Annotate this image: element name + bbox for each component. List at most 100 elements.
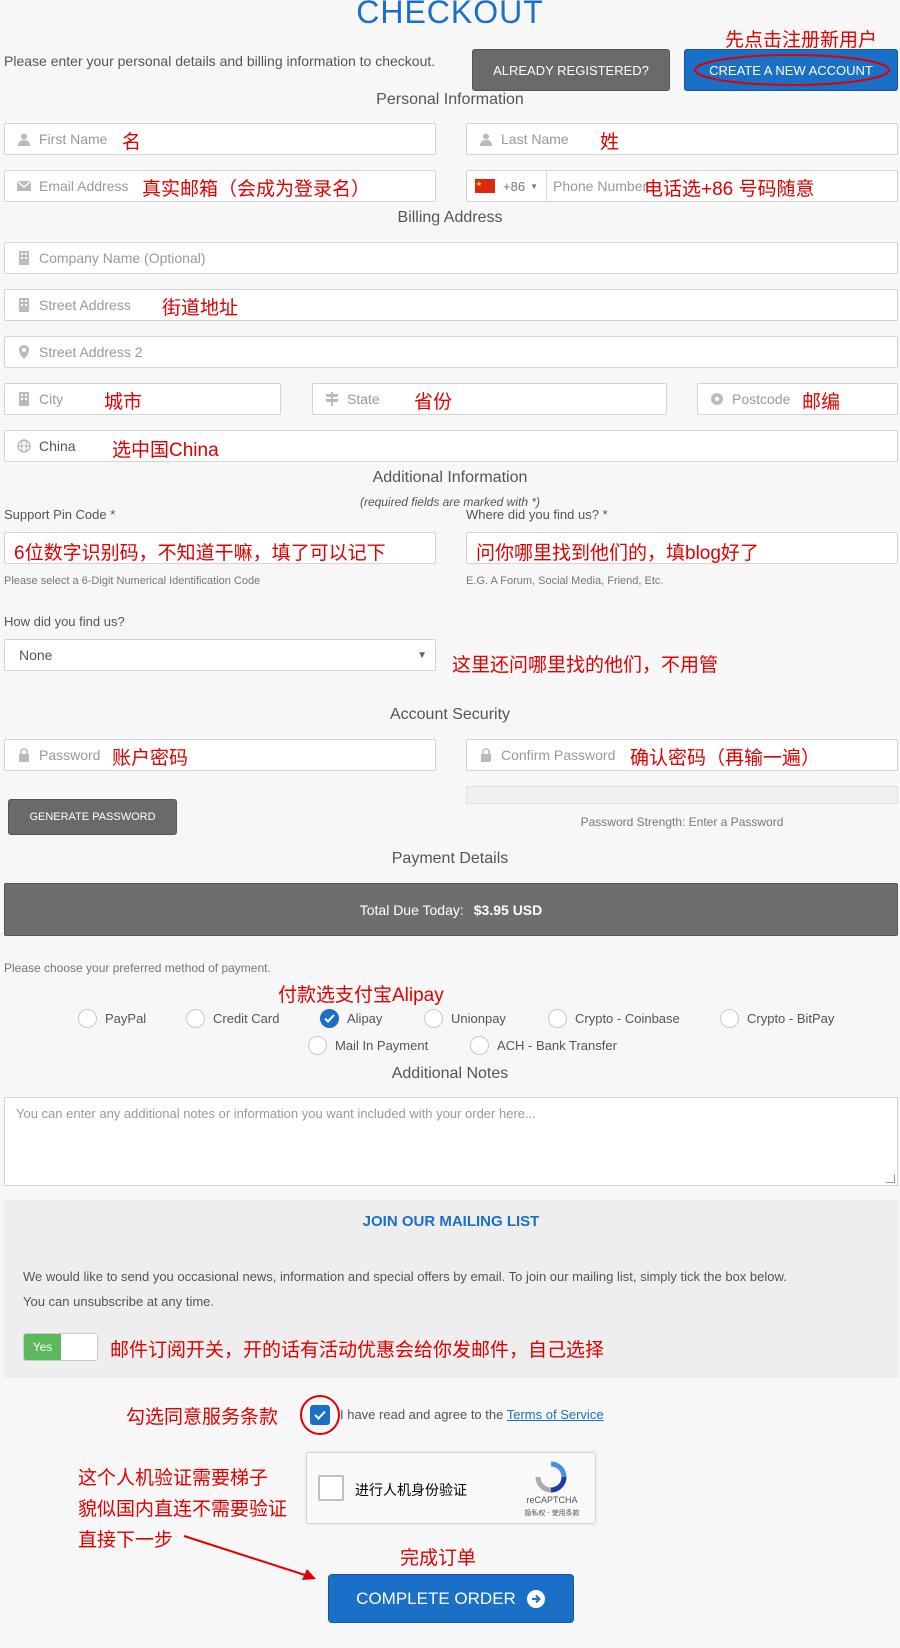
payment-option-label: Unionpay [451, 1011, 506, 1026]
pin-help: Please select a 6-Digit Numerical Identi… [4, 575, 261, 587]
radio-circle [470, 1036, 489, 1055]
required-note: (required fields are marked with *) [359, 495, 541, 509]
payment-option-label: Credit Card [213, 1011, 280, 1026]
state-field[interactable]: State [312, 383, 667, 415]
email-placeholder: Email Address [39, 178, 129, 194]
signpost-icon [326, 392, 338, 406]
radio-circle [424, 1009, 443, 1028]
generate-password-button[interactable]: GENERATE PASSWORD [8, 799, 177, 835]
building-icon [19, 251, 29, 265]
city-placeholder: City [39, 391, 64, 407]
company-placeholder: Company Name (Optional) [39, 250, 206, 266]
tos-checkbox[interactable] [310, 1405, 330, 1425]
street-placeholder: Street Address [39, 297, 131, 313]
notes-placeholder: You can enter any additional notes or in… [16, 1106, 536, 1121]
annotation-password: 账户密码 [112, 748, 189, 769]
password-strength-bar [466, 786, 898, 804]
billing-section-heading: Billing Address [397, 209, 503, 226]
street2-field[interactable]: Street Address 2 [4, 336, 898, 368]
annotation-arrow [183, 1535, 316, 1580]
first-name-placeholder: First Name [39, 131, 108, 147]
mailing-text: We would like to send you occasional new… [23, 1264, 873, 1314]
check-icon [324, 1014, 335, 1023]
annotation-tos: 勾选同意服务条款 [126, 1407, 279, 1428]
street2-placeholder: Street Address 2 [39, 344, 143, 360]
how-select[interactable]: None ▼ [4, 639, 436, 671]
payment-option-ach[interactable]: ACH - Bank Transfer [470, 1036, 617, 1055]
annotation-email: 真实邮箱（会成为登录名） [142, 179, 371, 200]
user-icon [480, 133, 492, 146]
annotation-alipay: 付款选支付宝Alipay [278, 985, 444, 1006]
last-name-field[interactable]: Last Name [466, 123, 898, 155]
payment-option-coinbase[interactable]: Crypto - Coinbase [548, 1009, 680, 1028]
mailing-text-line1: We would like to send you occasional new… [23, 1269, 787, 1284]
where-label: Where did you find us? * [466, 507, 608, 522]
recaptcha-brand: reCAPTCHA [526, 1495, 578, 1505]
complete-order-button[interactable]: COMPLETE ORDER [328, 1574, 574, 1623]
payment-option-credit-card[interactable]: Credit Card [186, 1009, 279, 1028]
annotation-captcha-3: 直接下一步 [78, 1530, 174, 1551]
password-placeholder: Password [39, 747, 101, 763]
how-value: None [19, 647, 53, 663]
annotation-phone: 电话选+86 号码随意 [644, 179, 815, 200]
mailing-title: JOIN OUR MAILING LIST [362, 1213, 540, 1230]
check-icon [314, 1410, 326, 1420]
payment-option-label: Mail In Payment [335, 1038, 429, 1053]
annotation-captcha-1: 这个人机验证需要梯子 [78, 1468, 269, 1489]
already-registered-button[interactable]: ALREADY REGISTERED? [472, 49, 670, 91]
radio-circle [186, 1009, 205, 1028]
total-due-bar: Total Due Today: $3.95 USD [4, 883, 898, 936]
lock-icon [481, 748, 491, 762]
map-marker-icon [19, 345, 29, 359]
postcode-placeholder: Postcode [732, 391, 791, 407]
recaptcha-links[interactable]: 隐私权 - 使用条款 [514, 1508, 590, 1518]
annotation-postcode: 邮编 [802, 392, 841, 413]
annotation-country: 选中国China [112, 440, 219, 461]
annotation-complete: 完成订单 [400, 1548, 477, 1569]
first-name-field[interactable]: First Name [4, 123, 436, 155]
password-field[interactable]: Password [4, 739, 436, 771]
postcode-field[interactable]: Postcode [697, 383, 898, 415]
annotation-where: 问你哪里找到他们的，填blog好了 [476, 543, 759, 564]
city-field[interactable]: City [4, 383, 281, 415]
state-placeholder: State [347, 391, 380, 407]
building-icon [19, 298, 29, 312]
notes-textarea[interactable]: You can enter any additional notes or in… [4, 1097, 898, 1186]
where-help: E.G. A Forum, Social Media, Friend, Etc. [466, 575, 664, 587]
payment-option-unionpay[interactable]: Unionpay [424, 1009, 506, 1028]
payment-option-label: ACH - Bank Transfer [497, 1038, 617, 1053]
annotation-confirm: 确认密码（再输一遍） [630, 748, 821, 769]
mailing-toggle[interactable]: Yes [23, 1333, 98, 1361]
payment-section-heading: Payment Details [391, 850, 509, 867]
recaptcha-label: 进行人机身份验证 [355, 1482, 467, 1498]
recaptcha-checkbox[interactable] [318, 1475, 344, 1501]
building-icon [19, 392, 29, 406]
country-value: China [39, 438, 76, 454]
security-section-heading: Account Security [389, 706, 511, 723]
resize-handle[interactable] [886, 1174, 895, 1183]
payment-option-label: Crypto - BitPay [747, 1011, 835, 1026]
tos-link[interactable]: Terms of Service [507, 1407, 604, 1422]
intro-text: Please enter your personal details and b… [4, 53, 436, 69]
company-field[interactable]: Company Name (Optional) [4, 242, 898, 274]
total-due-label: Total Due Today: [359, 901, 464, 918]
radio-circle [720, 1009, 739, 1028]
payment-option-alipay[interactable]: Alipay [320, 1009, 382, 1028]
mailing-list-panel: JOIN OUR MAILING LIST We would like to s… [4, 1200, 898, 1378]
payment-option-label: Alipay [347, 1011, 383, 1026]
mailing-text-line2: You can unsubscribe at any time. [23, 1294, 215, 1309]
payment-option-mail[interactable]: Mail In Payment [308, 1036, 428, 1055]
annotation-state: 省份 [414, 392, 453, 413]
phone-country-selector[interactable]: +86 ▼ [467, 171, 547, 201]
envelope-icon [17, 180, 31, 191]
annotation-first-name: 名 [122, 132, 142, 153]
recaptcha-box: 进行人机身份验证 reCAPTCHA 隐私权 - 使用条款 [306, 1452, 596, 1524]
payment-option-paypal[interactable]: PayPal [78, 1009, 146, 1028]
annotation-how: 这里还问哪里找的他们，不用管 [452, 655, 719, 676]
street-field[interactable]: Street Address [4, 289, 898, 321]
complete-order-label: COMPLETE ORDER [356, 1588, 516, 1608]
payment-option-bitpay[interactable]: Crypto - BitPay [720, 1009, 834, 1028]
annotation-create: 先点击注册新用户 [725, 30, 878, 51]
notes-section-heading: Additional Notes [391, 1065, 509, 1082]
tos-label: I have read and agree to the [340, 1407, 504, 1422]
